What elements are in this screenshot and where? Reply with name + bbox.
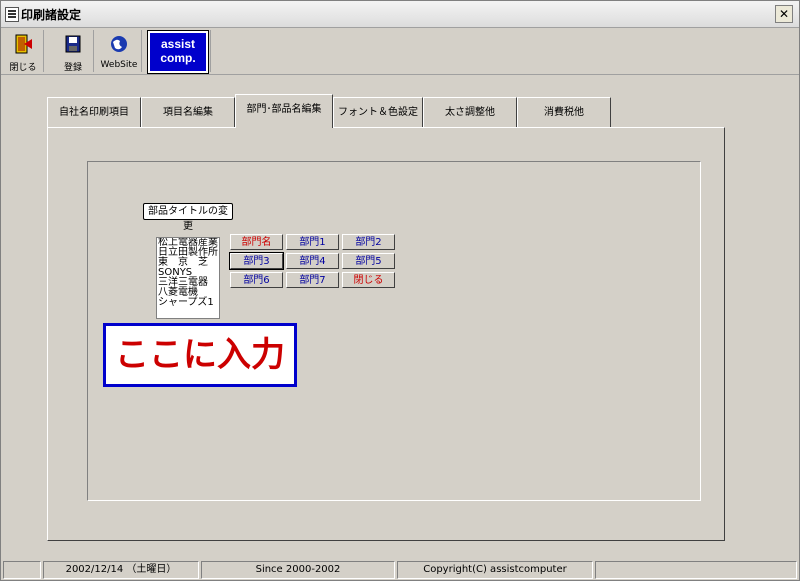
website-button[interactable]: WebSite xyxy=(97,30,142,72)
title-bar: 印刷諸設定 ✕ xyxy=(1,1,799,28)
dept-4-button[interactable]: 部門4 xyxy=(286,253,339,269)
tab-consumption-tax[interactable]: 消費税他 xyxy=(517,97,611,128)
status-date: 2002/12/14 （土曜日） xyxy=(43,561,199,579)
status-bar: 2002/12/14 （土曜日） Since 2000-2002 Copyrig… xyxy=(1,559,799,580)
status-copyright: Copyright(C) assistcomputer xyxy=(397,561,593,579)
window-title: 印刷諸設定 xyxy=(21,8,82,22)
save-button[interactable]: 登録 xyxy=(53,30,94,73)
assist-comp-logo[interactable]: assist comp. xyxy=(147,30,209,74)
status-cell-blank xyxy=(3,561,41,579)
dept-name-button[interactable]: 部門名 xyxy=(230,234,283,250)
list-item[interactable]: シャープズ1 xyxy=(157,298,219,308)
window: 印刷諸設定 ✕ 閉じる 登録 WebSite assist comp. 自社名印… xyxy=(0,0,800,581)
close-button[interactable]: 閉じる xyxy=(3,30,44,73)
tab-thickness[interactable]: 太さ調整他 xyxy=(423,97,517,128)
dept-6-button[interactable]: 部門6 xyxy=(230,272,283,288)
toolbar: 閉じる 登録 WebSite xyxy=(1,28,799,75)
status-cell-empty xyxy=(595,561,797,579)
status-since: Since 2000-2002 xyxy=(201,561,395,579)
close-button-label: 閉じる xyxy=(9,63,37,73)
tab-item-name-edit[interactable]: 項目名編集 xyxy=(141,97,235,128)
toolbar-separator xyxy=(210,30,211,72)
app-icon xyxy=(5,7,19,22)
dept-5-button[interactable]: 部門5 xyxy=(342,253,395,269)
parts-listbox[interactable]: 松上電器産業 日立田製作所 東 京 芝 SONYS 三洋三電器 八菱電機 シャー… xyxy=(156,237,220,319)
save-button-label: 登録 xyxy=(63,63,82,73)
dept-3-button[interactable]: 部門3 xyxy=(229,252,284,270)
globe-icon xyxy=(111,36,127,52)
close-panel-button[interactable]: 閉じる xyxy=(342,272,395,288)
tab-company-print[interactable]: 自社名印刷項目 xyxy=(47,97,141,128)
tab-dept-parts-edit[interactable]: 部門･部品名編集 xyxy=(235,94,333,128)
name-input-field[interactable]: ここに入力 xyxy=(103,323,297,387)
website-button-label: WebSite xyxy=(100,60,138,70)
logo-line1: assist xyxy=(160,37,196,51)
dept-2-button[interactable]: 部門2 xyxy=(342,234,395,250)
logo-line2: comp. xyxy=(160,51,196,65)
window-close-button[interactable]: ✕ xyxy=(775,5,793,23)
dept-1-button[interactable]: 部門1 xyxy=(286,234,339,250)
dept-7-button[interactable]: 部門7 xyxy=(286,272,339,288)
parts-title-change-button[interactable]: 部品タイトルの変更 xyxy=(143,203,233,232)
floppy-disk-icon xyxy=(65,35,81,53)
tab-font-color[interactable]: フォント＆色設定 xyxy=(333,97,423,128)
exit-door-icon xyxy=(15,34,32,54)
